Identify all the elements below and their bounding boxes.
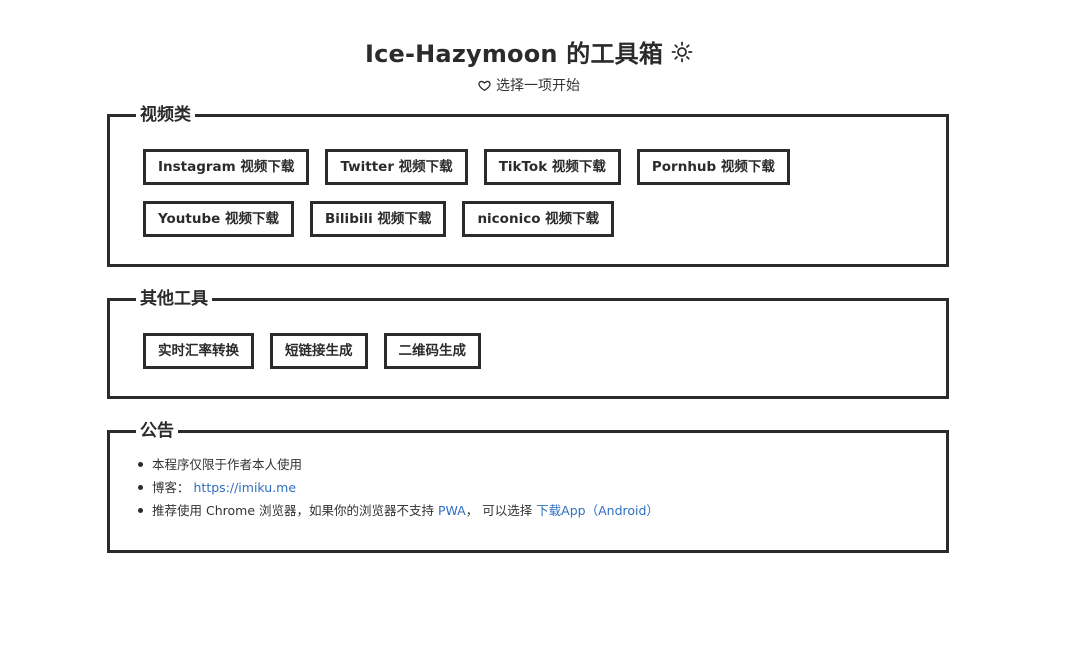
list-item: 博客： https://imiku.me <box>138 476 946 499</box>
exchange-rate-button[interactable]: 实时汇率转换 <box>143 333 254 369</box>
page-subtitle-text: 选择一项开始 <box>496 78 580 94</box>
page-subtitle: 选择一项开始 <box>478 75 580 95</box>
list-item: 本程序仅限于作者本人使用 <box>138 453 946 476</box>
other-buttons: 实时汇率转换 短链接生成 二维码生成 <box>110 309 946 385</box>
browser-recommendation-text: 推荐使用 Chrome 浏览器，如果你的浏览器不支持 <box>152 503 438 518</box>
list-item: 推荐使用 Chrome 浏览器，如果你的浏览器不支持 PWA， 可以选择 下载A… <box>138 499 946 522</box>
sun-icon[interactable] <box>671 41 693 63</box>
page-title: Ice-Hazymoon 的工具箱 <box>365 34 693 69</box>
video-tools-legend: 视频类 <box>140 105 191 125</box>
notice-text: 本程序仅限于作者本人使用 <box>152 457 303 472</box>
twitter-download-button[interactable]: Twitter 视频下载 <box>325 149 468 185</box>
page-title-text: Ice-Hazymoon 的工具箱 <box>364 40 664 68</box>
bullet-dot <box>138 485 143 490</box>
other-tools-legend: 其他工具 <box>140 289 208 309</box>
page-header: Ice-Hazymoon 的工具箱 选择一项开始 <box>0 34 1058 96</box>
bullet-dot <box>138 508 143 513</box>
bullet-dot <box>138 462 143 467</box>
blog-link[interactable]: https://imiku.me <box>194 480 297 495</box>
video-buttons: Instagram 视频下载 Twitter 视频下载 TikTok 视频下载 … <box>110 125 946 253</box>
qr-code-button[interactable]: 二维码生成 <box>383 333 481 369</box>
other-tools-panel: 其他工具 实时汇率转换 短链接生成 二维码生成 <box>107 289 949 399</box>
youtube-download-button[interactable]: Youtube 视频下载 <box>143 201 295 237</box>
heart-icon <box>478 79 491 92</box>
download-app-link[interactable]: 下载App（Android） <box>536 503 659 518</box>
notice-list: 本程序仅限于作者本人使用 博客： https://imiku.me 推荐使用 C… <box>138 453 946 522</box>
notice-legend: 公告 <box>140 421 174 441</box>
instagram-download-button[interactable]: Instagram 视频下载 <box>143 149 310 185</box>
blog-label: 博客： <box>152 480 190 495</box>
tiktok-download-button[interactable]: TikTok 视频下载 <box>483 149 621 185</box>
video-tools-panel: 视频类 Instagram 视频下载 Twitter 视频下载 TikTok 视… <box>107 105 949 267</box>
notice-panel: 公告 本程序仅限于作者本人使用 博客： https://imiku.me 推荐使… <box>107 421 949 553</box>
bilibili-download-button[interactable]: Bilibili 视频下载 <box>310 201 447 237</box>
pwa-link[interactable]: PWA <box>438 503 466 518</box>
choose-text: ， 可以选择 <box>465 503 537 518</box>
niconico-download-button[interactable]: niconico 视频下载 <box>462 201 615 237</box>
pornhub-download-button[interactable]: Pornhub 视频下载 <box>636 149 790 185</box>
short-link-button[interactable]: 短链接生成 <box>270 333 368 369</box>
